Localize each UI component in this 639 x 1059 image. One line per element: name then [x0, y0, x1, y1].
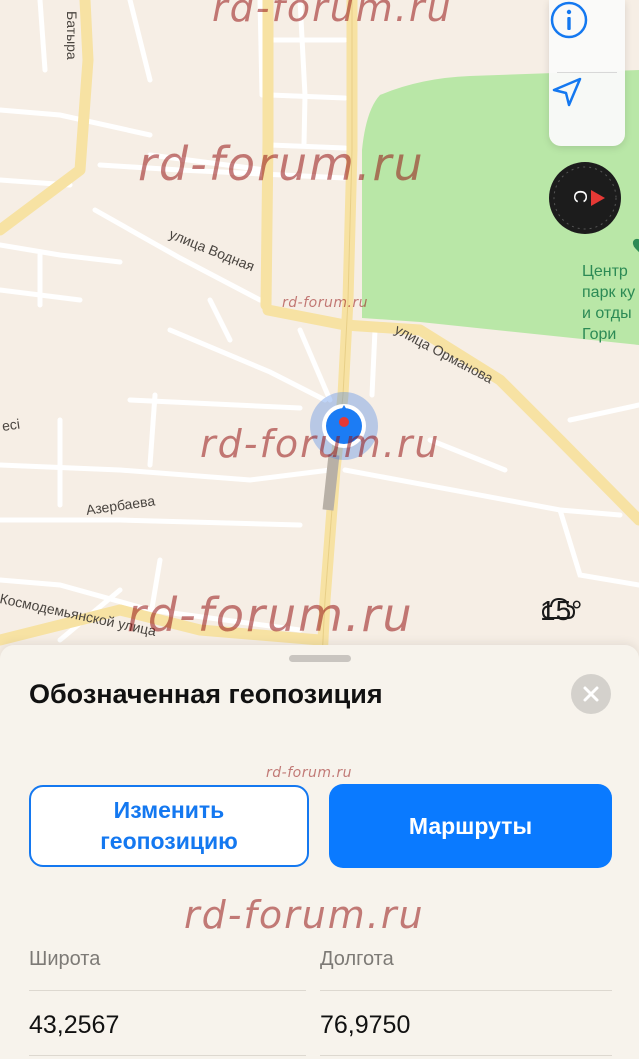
watermark: rd-forum.ru: [266, 765, 353, 781]
street-label-esi: есі: [0, 415, 21, 434]
park-label-line: Гори: [582, 326, 617, 343]
longitude-value: 76,9750: [320, 1011, 411, 1039]
close-icon: [583, 686, 599, 702]
park-label[interactable]: Центр парк ку и отды Гори: [582, 236, 639, 345]
compass-letter: С: [570, 190, 590, 203]
location-arrow-icon: [552, 77, 582, 107]
compass[interactable]: С: [549, 162, 621, 234]
map-controls: [549, 0, 625, 146]
sheet-title: Обозначенная геопозиция: [29, 679, 383, 709]
latitude-value: 43,2567: [29, 1011, 120, 1039]
longitude-label: Долгота: [320, 948, 394, 970]
watermark: rd-forum.ru: [212, 0, 453, 30]
watermark: rd-forum.ru: [282, 295, 369, 311]
watermark: rd-forum.ru: [127, 588, 414, 642]
street-label-batyra: Батыра: [64, 11, 80, 60]
map-roads: [0, 0, 639, 660]
map-view[interactable]: Батыра улица Водная улица Орманова есі А…: [0, 0, 639, 660]
weather-widget: 15°: [540, 595, 582, 627]
info-button[interactable]: [549, 0, 625, 70]
park-label-line: и отды: [582, 305, 632, 322]
divider: [320, 990, 612, 991]
watermark: rd-forum.ru: [184, 893, 425, 937]
controls-divider: [557, 72, 617, 73]
routes-button[interactable]: Маршруты: [329, 784, 612, 868]
locate-me-button[interactable]: [549, 74, 625, 144]
park-label-line: парк ку: [582, 284, 636, 301]
close-button[interactable]: [571, 674, 611, 714]
location-sheet: Обозначенная геопозиция rd-forum.ru Изме…: [0, 645, 639, 1059]
watermark: rd-forum.ru: [138, 137, 425, 191]
divider: [29, 990, 306, 991]
latitude-label: Широта: [29, 948, 101, 970]
divider: [320, 1055, 612, 1056]
info-icon: [550, 1, 588, 39]
edit-location-button[interactable]: Изменить геопозицию: [29, 785, 309, 867]
cloud-icon: [541, 597, 576, 619]
divider: [29, 1055, 306, 1056]
sheet-grabber[interactable]: [289, 655, 351, 662]
park-label-line: Центр: [582, 263, 628, 280]
watermark: rd-forum.ru: [200, 422, 441, 466]
